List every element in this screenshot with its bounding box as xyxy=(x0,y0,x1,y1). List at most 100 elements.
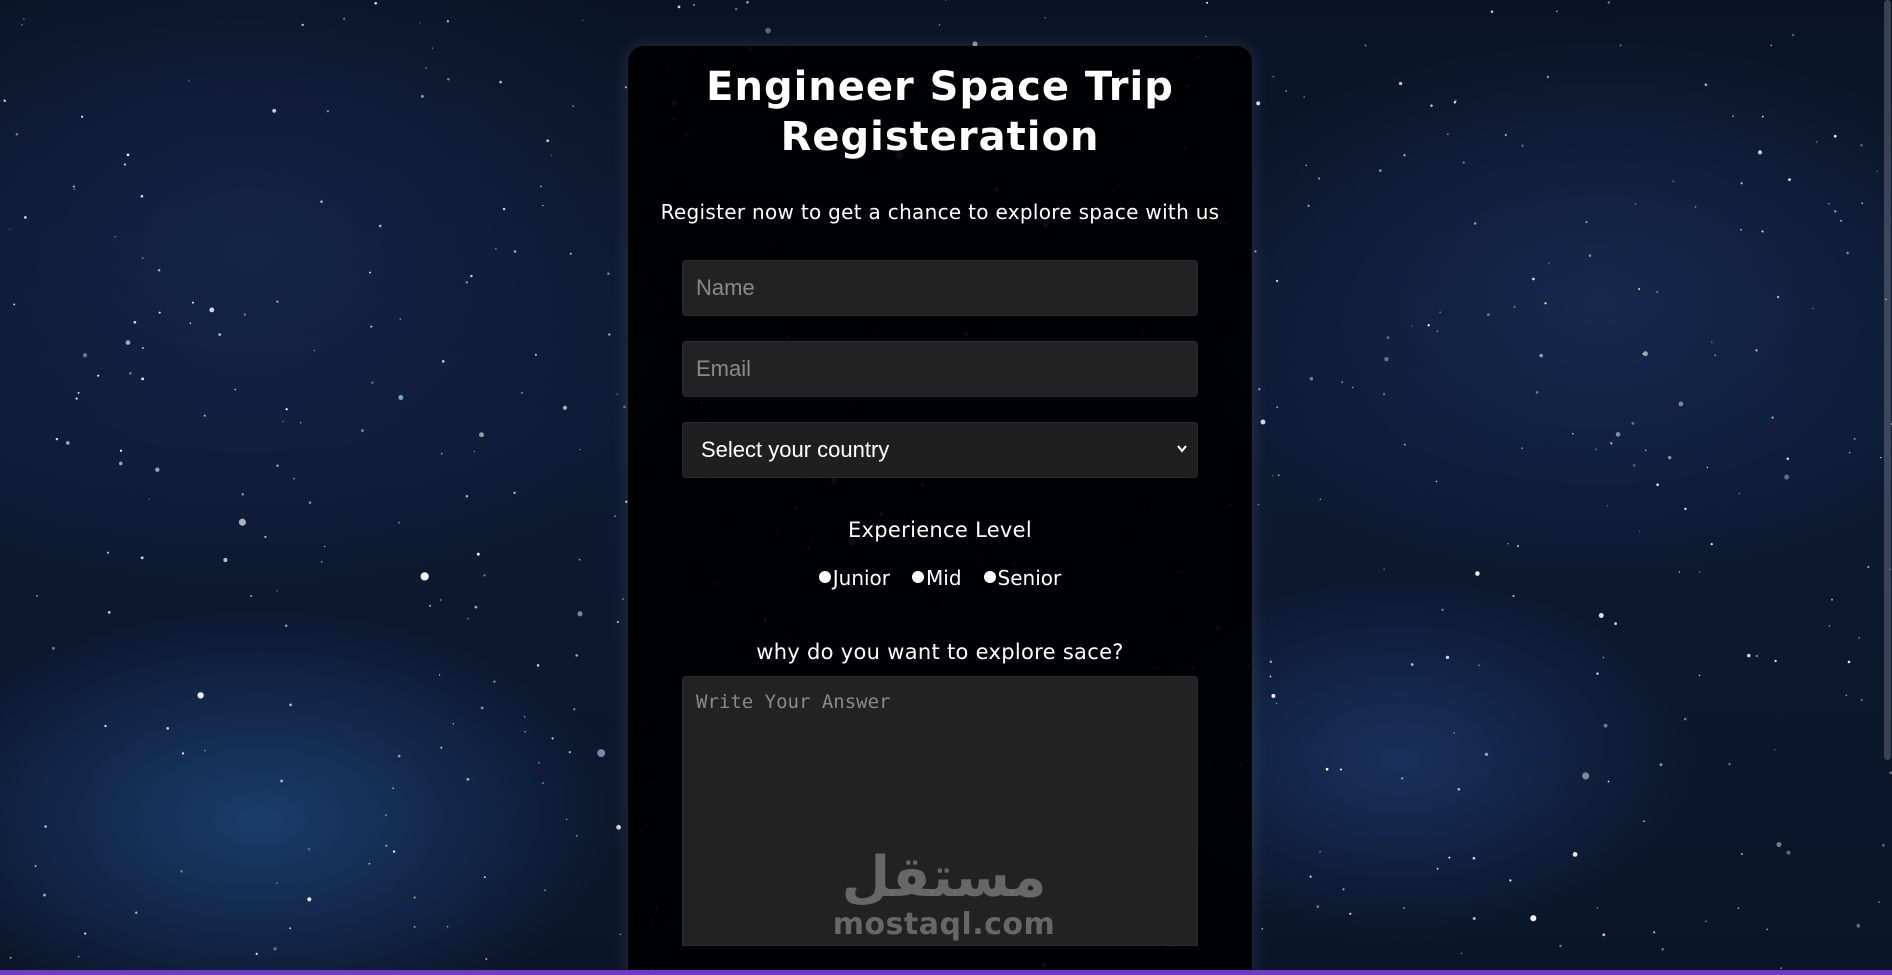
star xyxy=(55,437,59,441)
star xyxy=(1740,182,1743,185)
star xyxy=(1446,133,1449,136)
star xyxy=(425,67,427,69)
experience-level-label: Experience Level xyxy=(847,518,1033,542)
star xyxy=(1615,432,1621,437)
star xyxy=(573,708,576,711)
star xyxy=(157,268,161,272)
radio-button-junior[interactable] xyxy=(818,571,831,583)
star xyxy=(1694,206,1697,208)
star xyxy=(24,216,27,219)
star xyxy=(1845,694,1848,696)
star xyxy=(1309,875,1312,878)
star xyxy=(1704,83,1708,87)
star xyxy=(1271,475,1274,477)
answer-textarea[interactable] xyxy=(682,676,1198,946)
star xyxy=(276,590,278,592)
star xyxy=(75,397,78,400)
star xyxy=(493,680,496,683)
star xyxy=(369,271,372,274)
star xyxy=(392,850,396,853)
star xyxy=(80,115,84,118)
star xyxy=(1261,927,1264,930)
star xyxy=(534,353,537,356)
star xyxy=(431,47,434,49)
star xyxy=(1410,663,1414,666)
star xyxy=(578,558,581,561)
star xyxy=(135,911,138,914)
star xyxy=(264,535,267,538)
star xyxy=(223,557,228,563)
star xyxy=(1740,228,1742,231)
star xyxy=(439,599,442,601)
star xyxy=(446,20,450,23)
star xyxy=(192,301,194,304)
star xyxy=(1539,353,1543,358)
star xyxy=(765,27,771,34)
star xyxy=(465,281,469,284)
star xyxy=(568,751,571,754)
star xyxy=(1834,210,1837,213)
country-select[interactable]: Select your country xyxy=(682,422,1198,478)
star xyxy=(746,0,749,4)
star xyxy=(607,272,610,275)
star xyxy=(1546,75,1550,79)
star xyxy=(1831,598,1833,601)
star xyxy=(1535,391,1539,394)
star xyxy=(1398,81,1403,86)
radio-option-junior[interactable]: Junior xyxy=(818,566,890,590)
radio-option-mid[interactable]: Mid xyxy=(912,566,962,590)
star xyxy=(1487,313,1490,316)
radio-button-mid[interactable] xyxy=(912,571,925,583)
star xyxy=(107,611,111,614)
star xyxy=(1427,324,1430,327)
star xyxy=(1512,594,1515,598)
star xyxy=(1847,660,1851,664)
star xyxy=(1260,419,1266,425)
radio-option-senior[interactable]: Senior xyxy=(983,566,1061,590)
star xyxy=(1770,44,1773,47)
star xyxy=(241,493,245,496)
star xyxy=(1714,354,1716,357)
radio-button-senior[interactable] xyxy=(983,571,996,583)
star xyxy=(1439,311,1442,314)
star xyxy=(1403,907,1406,910)
name-input[interactable] xyxy=(682,260,1198,316)
star xyxy=(1607,1,1610,4)
star xyxy=(293,477,295,480)
page-scrollbar[interactable] xyxy=(1884,0,1891,760)
star xyxy=(84,932,87,935)
star xyxy=(307,897,312,902)
email-input[interactable] xyxy=(682,341,1198,397)
star xyxy=(308,501,312,504)
star xyxy=(1602,933,1606,937)
star xyxy=(566,818,568,821)
star xyxy=(1784,474,1790,480)
star xyxy=(1791,33,1795,37)
star xyxy=(465,495,469,498)
star xyxy=(140,194,144,198)
star xyxy=(1271,693,1276,698)
star xyxy=(243,313,246,316)
star xyxy=(619,933,622,936)
star xyxy=(368,862,371,865)
star xyxy=(276,464,279,467)
star xyxy=(276,300,279,303)
star xyxy=(546,139,550,143)
star xyxy=(141,377,144,381)
star xyxy=(1639,530,1641,532)
star xyxy=(677,5,681,9)
star xyxy=(441,360,445,363)
star xyxy=(1816,141,1818,143)
star xyxy=(577,611,583,617)
star xyxy=(36,595,38,597)
star xyxy=(1644,449,1647,452)
star xyxy=(1585,221,1588,223)
star xyxy=(1556,10,1558,13)
star xyxy=(1632,464,1636,467)
star xyxy=(1698,571,1701,573)
star xyxy=(398,395,404,400)
star xyxy=(1436,867,1439,870)
star xyxy=(476,552,480,556)
star xyxy=(569,252,572,255)
star xyxy=(1631,422,1635,425)
